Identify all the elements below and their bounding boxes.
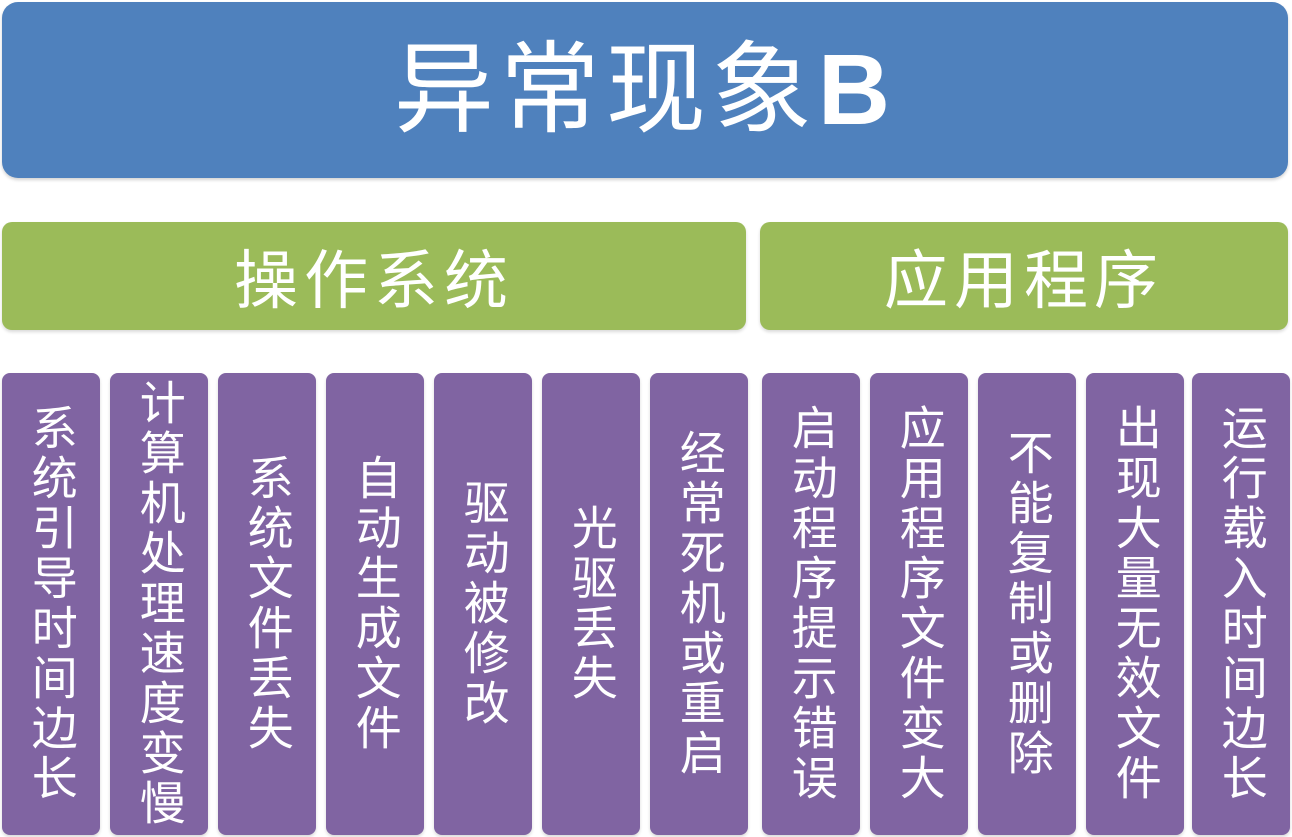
item-label: 启动程序提示错误 xyxy=(784,404,839,804)
item-os-file-loss: 系统文件丢失 xyxy=(218,373,316,835)
title-suffix: B xyxy=(817,34,897,146)
item-label: 光驱丢失 xyxy=(564,504,619,704)
item-label: 不能复制或删除 xyxy=(1000,429,1055,779)
item-label: 系统引导时间边长 xyxy=(24,404,79,804)
item-os-boot-time: 系统引导时间边长 xyxy=(2,373,100,835)
item-label: 运行载入时间边长 xyxy=(1214,404,1269,804)
item-app-load-time: 运行载入时间边长 xyxy=(1192,373,1290,835)
item-label: 自动生成文件 xyxy=(348,454,403,754)
item-label: 经常死机或重启 xyxy=(672,429,727,779)
title-box: 异常现象B xyxy=(2,2,1288,178)
item-app-file-larger: 应用程序文件变大 xyxy=(870,373,968,835)
diagram-title: 异常现象B xyxy=(394,40,896,141)
item-os-cdrom-lost: 光驱丢失 xyxy=(542,373,640,835)
category-operating-system: 操作系统 xyxy=(2,222,746,330)
item-os-crash-reboot: 经常死机或重启 xyxy=(650,373,748,835)
item-label: 系统文件丢失 xyxy=(240,454,295,754)
item-label: 计算机处理速度变慢 xyxy=(132,379,187,829)
symptom-items: 系统引导时间边长 计算机处理速度变慢 系统文件丢失 自动生成文件 驱动被修改 光… xyxy=(0,373,1292,835)
item-os-slow-processing: 计算机处理速度变慢 xyxy=(110,373,208,835)
item-app-cannot-copy-delete: 不能复制或删除 xyxy=(978,373,1076,835)
title-main: 异常现象 xyxy=(393,31,818,148)
category-label: 应用程序 xyxy=(884,245,1164,319)
item-label: 驱动被修改 xyxy=(456,479,511,729)
item-app-startup-error: 启动程序提示错误 xyxy=(762,373,860,835)
diagram-root: 异常现象B 操作系统 应用程序 系统引导时间边长 计算机处理速度变慢 系统文件丢… xyxy=(0,0,1292,837)
item-os-driver-modified: 驱动被修改 xyxy=(434,373,532,835)
category-application: 应用程序 xyxy=(760,222,1288,330)
item-app-invalid-files: 出现大量无效文件 xyxy=(1086,373,1184,835)
item-os-auto-files: 自动生成文件 xyxy=(326,373,424,835)
category-label: 操作系统 xyxy=(234,245,514,319)
item-label: 出现大量无效文件 xyxy=(1108,404,1163,804)
item-label: 应用程序文件变大 xyxy=(892,404,947,804)
